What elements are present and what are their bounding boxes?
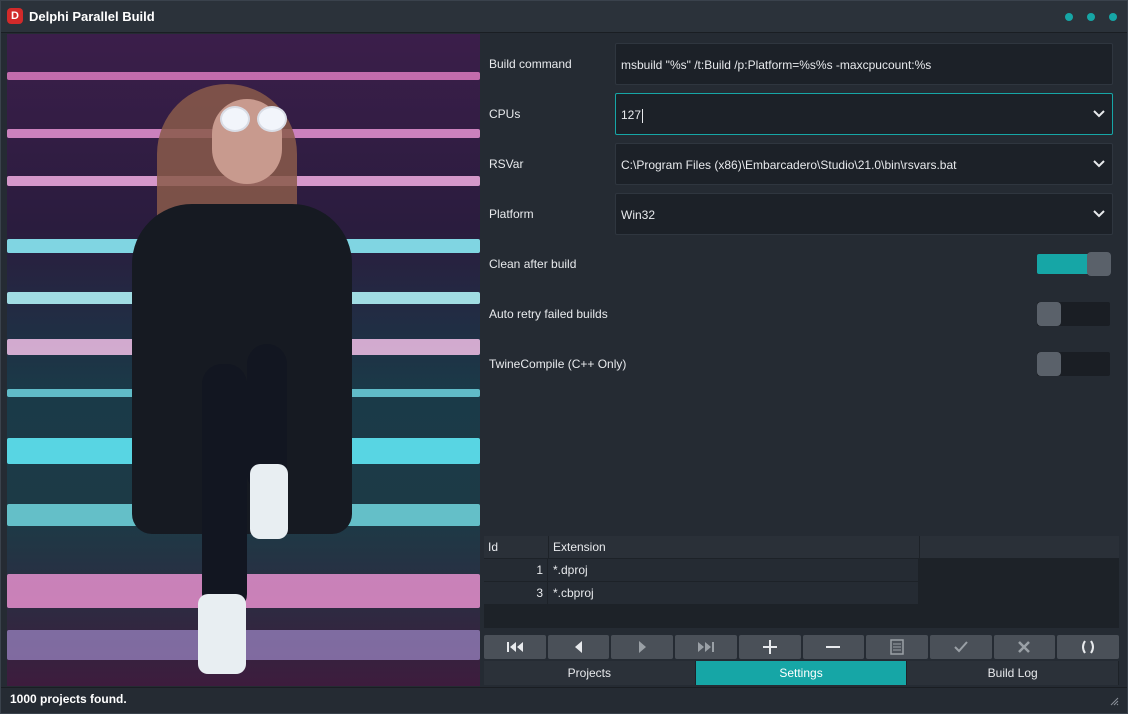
cell-id[interactable]: 1	[484, 559, 548, 582]
column-header-extension[interactable]: Extension	[549, 536, 920, 558]
post-record-button[interactable]	[929, 635, 992, 659]
delete-icon	[826, 646, 841, 648]
refresh-button[interactable]	[1057, 635, 1120, 659]
clean-after-build-label: Clean after build	[489, 257, 577, 271]
db-navigator	[484, 635, 1120, 659]
cpus-label: CPUs	[489, 107, 521, 121]
window-title: Delphi Parallel Build	[29, 9, 155, 24]
first-icon	[506, 642, 523, 652]
rsvar-row: RSVar C:\Program Files (x86)\Embarcadero…	[484, 142, 1116, 186]
rsvar-value: C:\Program Files (x86)\Embarcadero\Studi…	[621, 158, 957, 172]
rsvar-combobox[interactable]: C:\Program Files (x86)\Embarcadero\Studi…	[615, 143, 1113, 185]
resize-grip-icon[interactable]	[1107, 694, 1119, 706]
close-button[interactable]	[1109, 13, 1117, 21]
post-icon	[954, 641, 968, 653]
cell-id[interactable]: 3	[484, 582, 548, 605]
auto-retry-row: Auto retry failed builds	[484, 292, 1116, 336]
edit-record-button[interactable]	[866, 635, 928, 659]
twine-compile-toggle[interactable]	[1037, 352, 1110, 376]
build-command-field[interactable]: msbuild "%s" /t:Build /p:Platform=%s%s -…	[615, 43, 1113, 85]
chevron-down-icon[interactable]	[1092, 157, 1106, 171]
table-row[interactable]: 3 *.cbproj	[484, 582, 919, 605]
build-command-row: Build command msbuild "%s" /t:Build /p:P…	[484, 42, 1116, 86]
cpus-value: 127	[621, 108, 642, 122]
extensions-grid[interactable]: Id Extension 1 *.dproj 3 *.cbproj	[484, 536, 1119, 628]
build-command-label: Build command	[489, 57, 572, 71]
grid-header: Id Extension	[484, 536, 1119, 558]
next-record-button[interactable]	[611, 635, 674, 659]
tab-bar: Projects Settings Build Log	[484, 661, 1120, 685]
twine-compile-label: TwineCompile (C++ Only)	[489, 357, 627, 371]
cpus-combobox[interactable]: 127	[615, 93, 1113, 135]
status-text: 1000 projects found.	[10, 692, 127, 706]
prior-record-button[interactable]	[547, 635, 610, 659]
platform-label: Platform	[489, 207, 534, 221]
edit-icon	[890, 639, 904, 655]
app-logo-icon: D	[7, 8, 23, 24]
tab-projects[interactable]: Projects	[484, 661, 696, 685]
toggle-knob	[1087, 252, 1111, 276]
toggle-knob	[1037, 302, 1061, 326]
title-bar[interactable]: D Delphi Parallel Build	[1, 1, 1127, 33]
clean-after-build-row: Clean after build	[484, 242, 1116, 286]
insert-record-button[interactable]	[738, 635, 801, 659]
auto-retry-toggle[interactable]	[1037, 302, 1110, 326]
first-record-button[interactable]	[484, 635, 546, 659]
status-bar: 1000 projects found.	[1, 687, 1127, 713]
minimize-button[interactable]	[1065, 13, 1073, 21]
auto-retry-label: Auto retry failed builds	[489, 307, 608, 321]
refresh-icon	[1082, 640, 1095, 654]
chevron-down-icon[interactable]	[1092, 207, 1106, 221]
platform-combobox[interactable]: Win32	[615, 193, 1113, 235]
chevron-down-icon[interactable]	[1092, 107, 1106, 121]
platform-row: Platform Win32	[484, 192, 1116, 236]
cell-extension[interactable]: *.dproj	[549, 559, 919, 582]
last-record-button[interactable]	[675, 635, 737, 659]
prior-icon	[574, 641, 582, 653]
tab-build-log[interactable]: Build Log	[907, 661, 1120, 685]
delete-record-button[interactable]	[802, 635, 865, 659]
main-window: D Delphi Parallel Build Build command ms…	[0, 0, 1128, 714]
last-icon	[697, 642, 714, 652]
rsvar-label: RSVar	[489, 157, 524, 171]
cpus-row: CPUs 127	[484, 92, 1116, 136]
background-photo	[7, 34, 480, 686]
maximize-button[interactable]	[1087, 13, 1095, 21]
build-command-value: msbuild "%s" /t:Build /p:Platform=%s%s -…	[621, 58, 932, 72]
platform-value: Win32	[621, 208, 656, 222]
next-icon	[639, 641, 647, 653]
window-controls	[1065, 13, 1117, 21]
clean-after-build-toggle[interactable]	[1037, 252, 1111, 276]
twine-compile-row: TwineCompile (C++ Only)	[484, 342, 1116, 386]
cancel-icon	[1018, 641, 1031, 653]
toggle-knob	[1037, 352, 1061, 376]
insert-icon	[762, 640, 777, 654]
cell-extension[interactable]: *.cbproj	[549, 582, 919, 605]
tab-settings[interactable]: Settings	[695, 661, 908, 685]
cancel-record-button[interactable]	[993, 635, 1056, 659]
column-header-id[interactable]: Id	[484, 536, 549, 558]
table-row[interactable]: 1 *.dproj	[484, 559, 919, 582]
